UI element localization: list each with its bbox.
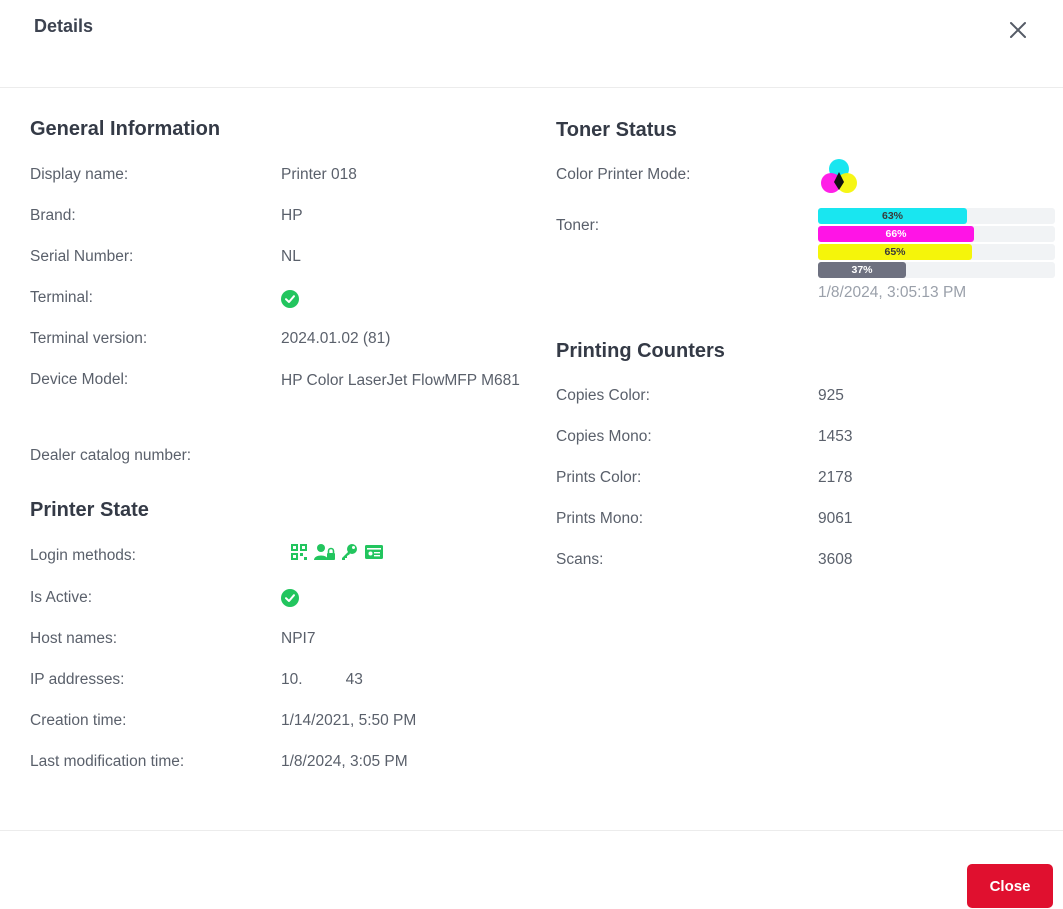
id-card-icon	[364, 542, 384, 562]
copies-color-label: Copies Color:	[556, 387, 650, 404]
host-names-value: NPI7	[281, 630, 316, 647]
cmyk-color-icon	[817, 158, 861, 198]
footer-divider	[0, 830, 1063, 831]
scans-value: 3608	[818, 551, 853, 568]
device-model-value: HP Color LaserJet FlowMFP M681	[281, 372, 520, 389]
display-name-label: Display name:	[30, 166, 129, 183]
dialog-title: Details	[34, 16, 94, 36]
last-modification-time-label: Last modification time:	[30, 753, 185, 770]
serial-number-value: NL	[281, 248, 301, 265]
toner-levels: 63% 66% 65% 37%	[818, 208, 1055, 280]
general-information-title: General Information	[30, 118, 221, 140]
toner-percent-magenta: 66%	[885, 228, 907, 240]
display-name-value: Printer 018	[281, 166, 357, 183]
toner-status-title: Toner Status	[556, 119, 677, 141]
copies-mono-label: Copies Mono:	[556, 428, 652, 445]
prints-color-label: Prints Color:	[556, 469, 642, 486]
login-methods-label: Login methods:	[30, 547, 136, 564]
toner-percent-black: 37%	[851, 264, 873, 276]
copies-mono-value: 1453	[818, 428, 853, 445]
toner-bar-black: 37%	[818, 262, 1055, 278]
printing-counters-title: Printing Counters	[556, 340, 725, 362]
scans-label: Scans:	[556, 551, 604, 568]
dialog-header: Details	[0, 0, 1063, 88]
prints-mono-label: Prints Mono:	[556, 510, 644, 527]
close-icon[interactable]	[1004, 16, 1032, 44]
terminal-label: Terminal:	[30, 289, 93, 306]
terminal-check-icon	[281, 290, 299, 308]
last-modification-time-value: 1/8/2024, 3:05 PM	[281, 753, 408, 770]
prints-mono-value: 9061	[818, 510, 853, 527]
toner-percent-yellow: 65%	[884, 246, 906, 258]
ip-addresses-value: 10. 43	[281, 671, 363, 688]
serial-number-label: Serial Number:	[30, 248, 134, 265]
prints-color-value: 2178	[818, 469, 853, 486]
toner-timestamp: 1/8/2024, 3:05:13 PM	[818, 284, 967, 301]
creation-time-value: 1/14/2021, 5:50 PM	[281, 712, 417, 729]
color-printer-mode-label: Color Printer Mode:	[556, 166, 691, 183]
brand-label: Brand:	[30, 207, 76, 224]
toner-bar-cyan: 63%	[818, 208, 1055, 224]
toner-percent-cyan: 63%	[881, 210, 903, 222]
toner-label: Toner:	[556, 217, 600, 234]
key-icon	[339, 542, 359, 562]
printer-state-title: Printer State	[30, 499, 149, 521]
ip-addresses-label: IP addresses:	[30, 671, 125, 688]
user-lock-icon	[314, 542, 335, 562]
toner-bar-yellow: 65%	[818, 244, 1055, 260]
close-button[interactable]: Close	[967, 864, 1053, 908]
login-methods-icons	[289, 542, 384, 562]
details-dialog: Details General Information Display name…	[0, 0, 1063, 909]
host-names-label: Host names:	[30, 630, 118, 647]
is-active-label: Is Active:	[30, 589, 93, 606]
is-active-check-icon	[281, 589, 299, 607]
copies-color-value: 925	[818, 387, 844, 404]
terminal-version-value: 2024.01.02 (81)	[281, 330, 391, 347]
creation-time-label: Creation time:	[30, 712, 127, 729]
dealer-catalog-number-label: Dealer catalog number:	[30, 447, 192, 464]
qr-code-icon	[289, 542, 309, 562]
device-model-label: Device Model:	[30, 371, 129, 388]
toner-bar-magenta: 66%	[818, 226, 1055, 242]
terminal-version-label: Terminal version:	[30, 330, 148, 347]
brand-value: HP	[281, 207, 303, 224]
